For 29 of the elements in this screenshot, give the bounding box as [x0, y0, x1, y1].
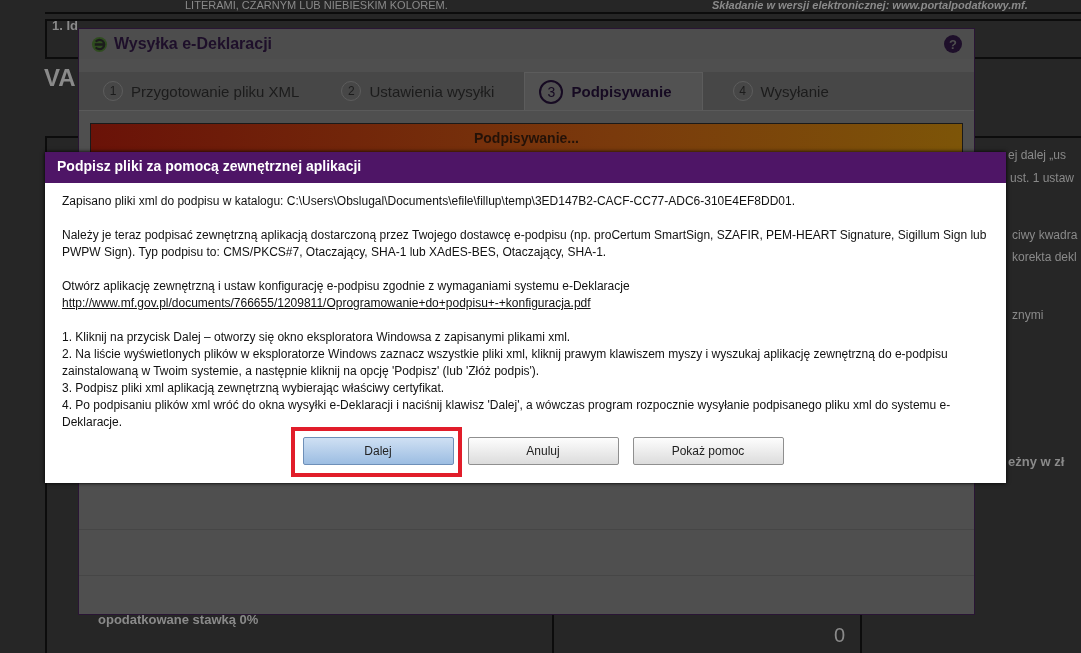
instruction-step: 2. Na liście wyświetlonych plików w eksploratorze Windows zaznacz wszystkie pliki xml, kliknij prawym klawiszem myszy i wyszukaj aplikację zewnętrzną do e-podpisu zainstalowaną w Twoim systemie, a następnie kliknij na opcję 'Podpisz' (lub 'Złóż podpis').	[62, 346, 988, 380]
window-title: Wysyłka e-Deklaracji	[114, 35, 273, 53]
document-text: ust. 1 ustaw	[1010, 171, 1075, 185]
dialog-button[interactable]: Anuluj	[467, 437, 619, 465]
logo-icon	[91, 35, 108, 53]
document-text: VA	[44, 64, 76, 92]
message-text: Należy je teraz podpisać zewnętrzną aplikacją dostarczoną przez Twojego dostawcę e-podpisu (np. proCertum SmartSign, SZAFIR, PEM-HEART Signature, Sigillum Sign lub PWPW Sign). Typ podpisu to: CMS/PKCS#7, Otaczający, SHA-1 lub XAdES-BES, Otaczający, SHA-1.	[62, 227, 988, 261]
document-text: ej dalej „us	[1008, 148, 1067, 162]
instruction-step: 1. Kliknij na przycisk Dalej – otworzy się okno eksploratora Windowsa z zapisanymi plikami xml.	[62, 329, 988, 346]
progress-label: Podpisywanie...	[473, 129, 580, 148]
document-text: Składanie w wersji elektronicznej: www.portalpodatkowy.mf.	[712, 0, 1028, 11]
message-text: Otwórz aplikację zewnętrzną i ustaw konfigurację e-podpisu zgodnie z wymaganiami systemu e-Deklaracje	[62, 278, 631, 295]
config-link[interactable]: http://www.mf.gov.pl/documents/766655/1209811/Oprogramowanie+do+podpisu+-+konfiguracja.pdf	[62, 295, 591, 312]
document-text: ciwy kwadra	[1012, 228, 1078, 242]
dialog-title: Podpisz pliki za pomocą zewnętrznej aplikacji	[45, 152, 1006, 183]
instruction-step: 3. Podpisz pliki xml aplikacją zewnętrzną wybierając właściwy certyfikat.	[62, 380, 988, 397]
document-text: LITERAMI, CZARNYM LUB NIEBIESKIM KOLOREM.	[185, 0, 448, 11]
dialog-button[interactable]: Dalej	[302, 437, 454, 465]
document-text: opodatkowane stawką 0%	[98, 612, 259, 627]
instruction-step: 4. Po podpisaniu plików xml wróć do okna wysyłki e-Deklaracji i naciśnij klawisz 'Dalej', a wówczas program rozpocznie wysyłanie podpisanego pliku xml do systemu e-Deklaracje.	[62, 397, 988, 431]
document-text: 1. Id	[52, 18, 78, 33]
document-text: korekta dekl	[1012, 250, 1077, 264]
step-tab[interactable]: 3 Podpisywanie	[524, 72, 703, 110]
dialog-button[interactable]: Pokaż pomoc	[632, 437, 784, 465]
document-text: 0	[834, 624, 846, 647]
document-text: eżny w zł	[1008, 454, 1065, 469]
help-icon[interactable]: ?	[944, 35, 962, 53]
document-text: znymi	[1012, 308, 1044, 322]
message-text: Zapisano pliki xml do podpisu w katalogu: C:\Users\Obslugal\Documents\efile\fillup\temp\3ED147B2-CACF-CC77-ADC6-310E4EF8DD01.	[62, 193, 796, 210]
